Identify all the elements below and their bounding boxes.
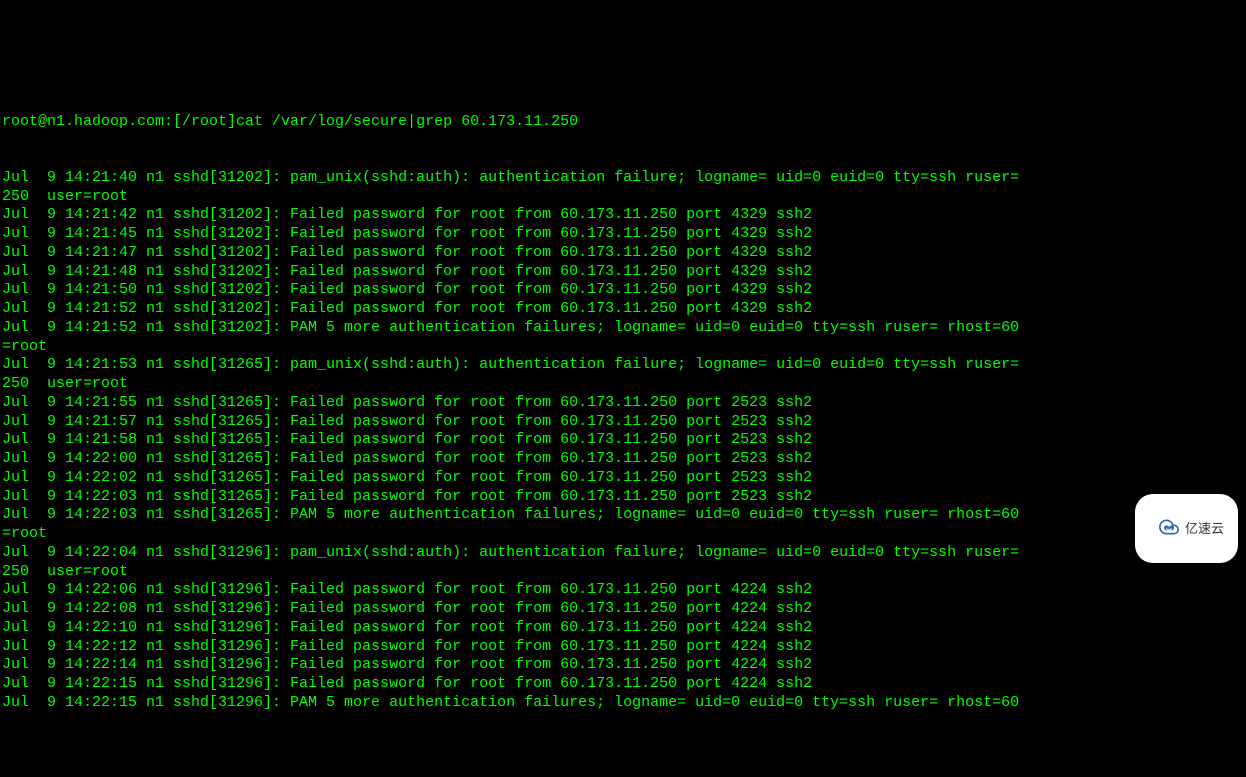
- log-line: Jul 9 14:22:03 n1 sshd[31265]: PAM 5 mor…: [2, 506, 1244, 525]
- log-line: Jul 9 14:22:10 n1 sshd[31296]: Failed pa…: [2, 619, 1244, 638]
- log-line: Jul 9 14:22:00 n1 sshd[31265]: Failed pa…: [2, 450, 1244, 469]
- log-line: Jul 9 14:21:47 n1 sshd[31202]: Failed pa…: [2, 244, 1244, 263]
- log-line: Jul 9 14:22:08 n1 sshd[31296]: Failed pa…: [2, 600, 1244, 619]
- log-line: Jul 9 14:21:57 n1 sshd[31265]: Failed pa…: [2, 413, 1244, 432]
- watermark-text: 亿速云: [1185, 521, 1224, 537]
- log-line: 250 user=root: [2, 375, 1244, 394]
- log-line: Jul 9 14:21:40 n1 sshd[31202]: pam_unix(…: [2, 169, 1244, 188]
- log-line: Jul 9 14:21:53 n1 sshd[31265]: pam_unix(…: [2, 356, 1244, 375]
- log-line: 250 user=root: [2, 188, 1244, 207]
- log-line: Jul 9 14:22:02 n1 sshd[31265]: Failed pa…: [2, 469, 1244, 488]
- log-line: Jul 9 14:22:03 n1 sshd[31265]: Failed pa…: [2, 488, 1244, 507]
- log-line: Jul 9 14:21:52 n1 sshd[31202]: Failed pa…: [2, 300, 1244, 319]
- log-line: =root: [2, 525, 1244, 544]
- log-line: Jul 9 14:21:55 n1 sshd[31265]: Failed pa…: [2, 394, 1244, 413]
- log-line: =root: [2, 338, 1244, 357]
- log-line: Jul 9 14:21:58 n1 sshd[31265]: Failed pa…: [2, 431, 1244, 450]
- cloud-logo-icon: [1145, 500, 1179, 557]
- command-prompt-line: root@n1.hadoop.com:[/root]cat /var/log/s…: [2, 113, 1244, 132]
- log-line: Jul 9 14:22:12 n1 sshd[31296]: Failed pa…: [2, 638, 1244, 657]
- log-line: Jul 9 14:21:48 n1 sshd[31202]: Failed pa…: [2, 263, 1244, 282]
- log-output-block: Jul 9 14:21:40 n1 sshd[31202]: pam_unix(…: [2, 169, 1244, 713]
- watermark-badge: 亿速云: [1135, 494, 1238, 563]
- log-line: Jul 9 14:21:45 n1 sshd[31202]: Failed pa…: [2, 225, 1244, 244]
- log-line: Jul 9 14:21:50 n1 sshd[31202]: Failed pa…: [2, 281, 1244, 300]
- log-line: Jul 9 14:22:15 n1 sshd[31296]: Failed pa…: [2, 675, 1244, 694]
- log-line: 250 user=root: [2, 563, 1244, 582]
- terminal-output[interactable]: root@n1.hadoop.com:[/root]cat /var/log/s…: [2, 75, 1244, 646]
- log-line: Jul 9 14:22:15 n1 sshd[31296]: PAM 5 mor…: [2, 694, 1244, 713]
- log-line: Jul 9 14:21:52 n1 sshd[31202]: PAM 5 mor…: [2, 319, 1244, 338]
- log-line: Jul 9 14:21:42 n1 sshd[31202]: Failed pa…: [2, 206, 1244, 225]
- log-line: Jul 9 14:22:06 n1 sshd[31296]: Failed pa…: [2, 581, 1244, 600]
- log-line: Jul 9 14:22:04 n1 sshd[31296]: pam_unix(…: [2, 544, 1244, 563]
- log-line: Jul 9 14:22:14 n1 sshd[31296]: Failed pa…: [2, 656, 1244, 675]
